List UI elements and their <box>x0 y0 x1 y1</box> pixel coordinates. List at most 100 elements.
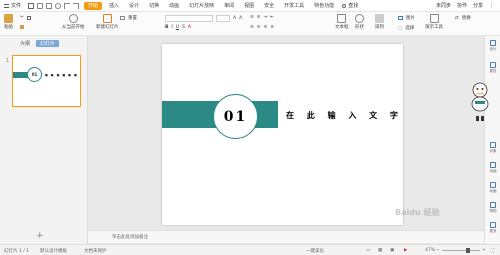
menu-icon <box>4 3 9 8</box>
sync-status[interactable]: 未同步 <box>436 2 451 9</box>
tab-features[interactable]: 特色功能 <box>309 0 339 12</box>
shrink-font-icon[interactable]: A <box>239 16 242 21</box>
slideshow-play-icon[interactable]: ▶ <box>404 248 407 253</box>
shape-label: 形状 <box>355 25 364 30</box>
sidebar-label: 设计 <box>489 47 497 51</box>
zoom-slider[interactable] <box>442 250 480 251</box>
sidebar-item-help[interactable]: 帮助 <box>487 202 499 214</box>
start-from-current-button[interactable]: 从当前开始 <box>62 14 85 30</box>
zoom-in-icon[interactable]: + <box>482 248 486 253</box>
font-name-select[interactable] <box>165 15 213 22</box>
tab-slideshow[interactable]: 幻灯片放映 <box>184 0 219 12</box>
view-reading-icon[interactable]: ▣ <box>390 248 394 253</box>
undo-icon[interactable] <box>64 2 71 9</box>
view-normal-icon[interactable]: ▭ <box>366 248 370 253</box>
present-tools-label: 演示工具 <box>425 25 443 30</box>
search-box[interactable]: 查找 <box>339 2 361 9</box>
tab-design[interactable]: 设计 <box>124 0 144 12</box>
tab-review[interactable]: 审阅 <box>219 0 239 12</box>
tab-outline[interactable]: 大纲 <box>20 40 30 47</box>
view-sorter-icon[interactable]: ▦ <box>378 248 382 253</box>
protection-status[interactable]: 文档未保护 <box>84 248 107 254</box>
beautify-button[interactable]: 一键美化 <box>306 248 324 254</box>
font-size-select[interactable] <box>216 15 230 22</box>
fit-window-icon[interactable]: ⛶ <box>491 248 494 254</box>
slide-thumbnail[interactable]: 01 ■ ■ ■ ■ ■ ■ <box>12 55 81 107</box>
file-menu[interactable]: 文件 <box>0 0 25 12</box>
sidebar-item-properties[interactable]: 属性 <box>487 62 499 74</box>
thumbnail-circle: 01 <box>27 67 42 82</box>
notes-pane[interactable]: 单击此处添加备注 <box>88 230 484 243</box>
slide-canvas[interactable]: 01 在 此 输 入 文 字 <box>162 44 403 225</box>
grow-font-icon[interactable]: A <box>233 16 236 21</box>
save-icon[interactable] <box>28 2 35 9</box>
status-bar: 幻灯片 1 / 1 默认设计模板 文档未保护 一键美化 ▭ ▦ ▣ ▶ 47% … <box>0 244 500 255</box>
bullets-icon[interactable]: ≡ <box>250 15 254 20</box>
more-icon[interactable]: ⋮ <box>489 3 494 9</box>
zoom-slider-handle[interactable] <box>466 248 470 253</box>
indent-icon[interactable]: ⇥ <box>264 15 268 20</box>
font-color-icon[interactable]: A <box>188 25 191 30</box>
picture-label[interactable]: 图片 <box>406 15 415 21</box>
textbox-button[interactable]: 文本框 <box>335 14 349 30</box>
new-slide-button[interactable]: 新建幻灯片 <box>96 14 119 30</box>
new-slide-label: 新建幻灯片 <box>96 25 119 30</box>
ribbon-toolbar: 粘贴 ✂ 从当前开始 新建幻灯片 重置 A A B I U S A ≡ ≡ ⇥ … <box>0 12 500 36</box>
collaborate-button[interactable]: 协作 <box>457 2 467 9</box>
print-icon[interactable] <box>46 2 53 9</box>
present-tools-button[interactable]: 演示工具 <box>425 14 443 30</box>
number-circle[interactable]: 01 <box>213 94 258 139</box>
slide-title[interactable]: 在 此 输 入 文 字 <box>286 110 403 121</box>
italic-icon[interactable]: I <box>171 25 172 30</box>
picture-icon[interactable] <box>398 16 403 20</box>
tab-developer[interactable]: 开发工具 <box>279 0 309 12</box>
tab-transition[interactable]: 切换 <box>144 0 164 12</box>
replace-label[interactable]: 替换 <box>462 15 471 21</box>
arrange-button[interactable]: 排列 <box>375 14 384 30</box>
align-right-icon[interactable]: ≡ <box>264 25 268 30</box>
paste-button[interactable]: 粘贴 <box>4 14 13 30</box>
open-icon[interactable] <box>37 2 44 9</box>
tab-start[interactable]: 开始 <box>84 1 103 10</box>
sidebar-item-animation-2[interactable]: 动画 <box>487 182 499 194</box>
align-left-icon[interactable]: ≡ <box>250 25 254 30</box>
underline-icon[interactable]: U <box>176 25 179 30</box>
zoom-level[interactable]: 47% <box>425 248 435 253</box>
tab-animation[interactable]: 动画 <box>164 0 184 12</box>
tab-insert[interactable]: 插入 <box>104 0 124 12</box>
tab-view[interactable]: 视图 <box>239 0 259 12</box>
align-center-icon[interactable]: ≡ <box>257 25 261 30</box>
cut-icon[interactable]: ✂ <box>20 15 24 20</box>
replace-icon[interactable]: ⇄ <box>455 16 459 21</box>
shape-button[interactable]: 形状 <box>355 14 364 30</box>
outdent-icon[interactable]: ⇤ <box>270 15 274 20</box>
reset-label[interactable]: 重置 <box>128 15 137 21</box>
sidebar-label: 动画 <box>489 189 497 193</box>
sidebar-item-design[interactable]: 设计 <box>487 40 499 52</box>
tab-security[interactable]: 安全 <box>259 0 279 12</box>
copy-icon[interactable] <box>26 15 31 20</box>
redo-icon[interactable] <box>73 2 80 9</box>
sidebar-item-more[interactable]: 更多 <box>487 222 499 234</box>
select-icon[interactable]: ⬚ <box>398 26 402 31</box>
share-button[interactable]: 分享 <box>473 2 483 9</box>
sidebar-label: 帮助 <box>489 209 497 213</box>
sidebar-item-object[interactable]: 对象 <box>487 142 499 154</box>
strikethrough-icon[interactable]: S <box>182 25 185 30</box>
preview-icon[interactable] <box>55 2 62 9</box>
add-slide-button[interactable]: + <box>36 231 44 241</box>
arrange-icon <box>375 14 384 23</box>
watermark: Baidu 经验 <box>395 208 440 217</box>
search-label: 查找 <box>348 3 359 9</box>
tab-slides[interactable]: 幻灯片 <box>36 40 60 47</box>
format-painter-icon[interactable] <box>20 25 24 29</box>
sidebar-item-animation[interactable]: 动画 <box>487 162 499 174</box>
sidebar-label: 对象 <box>489 149 497 153</box>
select-label[interactable]: 选择 <box>405 25 414 31</box>
justify-icon[interactable]: ≡ <box>270 25 274 30</box>
numbering-icon[interactable]: ≡ <box>257 15 261 20</box>
layout-icon[interactable] <box>120 16 125 20</box>
zoom-out-icon[interactable]: − <box>436 248 440 253</box>
bold-icon[interactable]: B <box>165 25 168 30</box>
help-icon <box>490 202 496 208</box>
